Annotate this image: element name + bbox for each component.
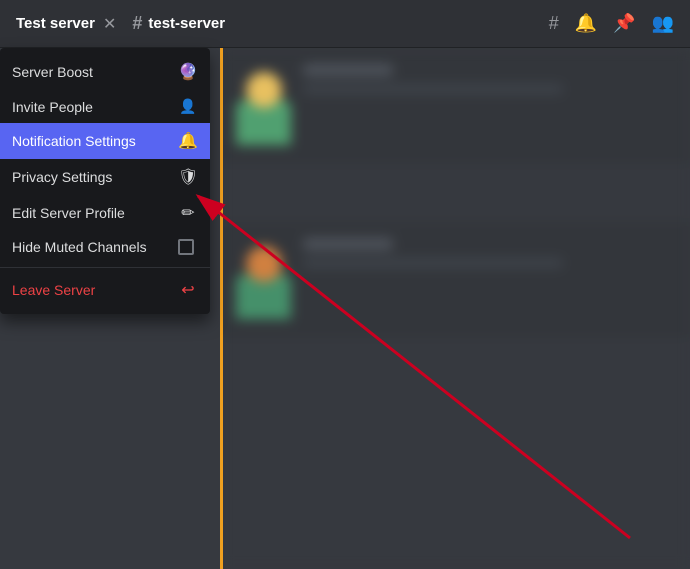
chat-area <box>220 48 690 569</box>
privacy-settings-label: Privacy Settings <box>12 169 112 185</box>
server-title: Test server <box>16 15 95 32</box>
edit-server-profile-icon: ✏ <box>178 203 198 223</box>
message-1 <box>220 48 690 162</box>
message-1-text <box>303 84 563 94</box>
titlebar: Test server ✕ # test-server # 🔔 📌 👥 <box>0 0 690 48</box>
menu-item-leave-server[interactable]: Leave Server ↩ <box>0 272 210 308</box>
main-area: Server Boost 🔮 Invite People 👤 Notificat… <box>0 48 690 569</box>
avatar-head-2 <box>246 246 282 282</box>
menu-separator <box>0 267 210 268</box>
invite-people-icon: 👤 <box>178 98 198 115</box>
message-2-username <box>303 238 393 250</box>
message-1-content <box>303 64 674 94</box>
privacy-settings-icon: 🛡 <box>178 167 198 187</box>
titlebar-left: Test server ✕ <box>16 14 116 34</box>
pin-icon[interactable]: 📌 <box>613 13 635 34</box>
bell-icon[interactable]: 🔔 <box>575 13 597 34</box>
members-icon[interactable]: 👥 <box>652 13 674 34</box>
menu-item-edit-server-profile[interactable]: Edit Server Profile ✏ <box>0 195 210 231</box>
notification-settings-icon: 🔔 <box>178 131 198 151</box>
channel-name: test-server <box>148 15 225 32</box>
channel-header: # test-server <box>116 13 548 34</box>
invite-people-label: Invite People <box>12 99 93 115</box>
leave-server-icon: ↩ <box>178 280 198 300</box>
avatar-2 <box>236 238 291 319</box>
close-button[interactable]: ✕ <box>103 14 116 34</box>
hide-muted-channels-label: Hide Muted Channels <box>12 239 147 255</box>
menu-item-invite-people[interactable]: Invite People 👤 <box>0 90 210 123</box>
avatar-head-1 <box>246 72 282 108</box>
message-1-username <box>303 64 393 76</box>
server-boost-label: Server Boost <box>12 64 93 80</box>
menu-item-hide-muted-channels[interactable]: Hide Muted Channels <box>0 231 210 263</box>
edit-server-profile-label: Edit Server Profile <box>12 205 125 221</box>
hash-icon: # <box>132 13 142 34</box>
chat-content <box>220 48 690 569</box>
menu-item-notification-settings[interactable]: Notification Settings 🔔 <box>0 123 210 159</box>
message-2 <box>220 222 690 336</box>
leave-server-label: Leave Server <box>12 282 95 298</box>
hide-muted-channels-checkbox[interactable] <box>178 239 198 255</box>
context-menu: Server Boost 🔮 Invite People 👤 Notificat… <box>0 48 210 314</box>
menu-item-server-boost[interactable]: Server Boost 🔮 <box>0 54 210 90</box>
avatar-1 <box>236 64 291 145</box>
message-2-content <box>303 238 674 268</box>
server-boost-icon: 🔮 <box>178 62 198 82</box>
menu-item-privacy-settings[interactable]: Privacy Settings 🛡 <box>0 159 210 195</box>
notification-settings-label: Notification Settings <box>12 133 136 149</box>
checkbox[interactable] <box>178 239 194 255</box>
message-2-text <box>303 258 563 268</box>
titlebar-icons: # 🔔 📌 👥 <box>549 13 674 34</box>
hashtag-icon[interactable]: # <box>549 13 559 34</box>
